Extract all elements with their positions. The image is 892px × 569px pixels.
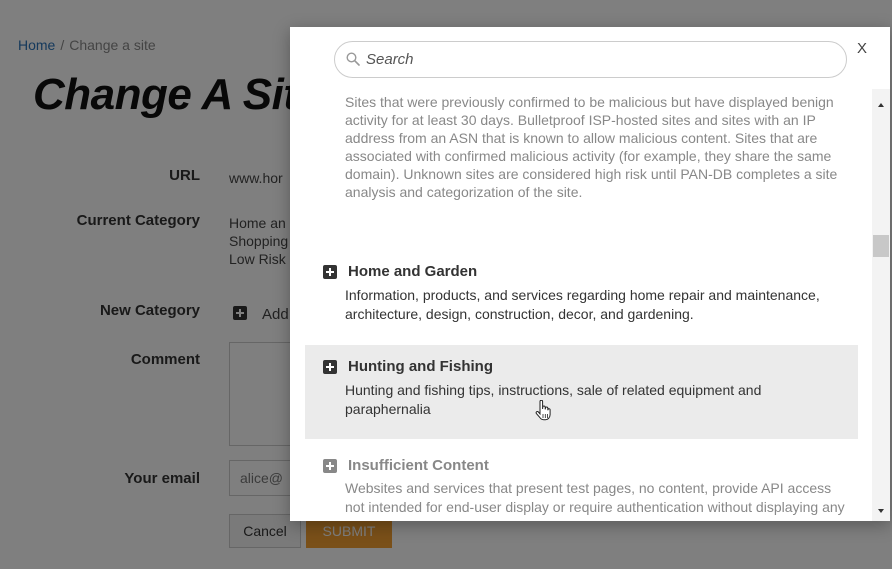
category-description: Websites and services that present test … — [345, 480, 845, 521]
scroll-thumb[interactable] — [873, 235, 889, 257]
category-item-home-and-garden[interactable]: Home and Garden Information, products, a… — [305, 253, 858, 337]
category-list[interactable]: Sites that were previously confirmed to … — [290, 89, 872, 521]
category-description: Hunting and fishing tips, instructions, … — [345, 382, 762, 417]
expand-plus-icon[interactable] — [323, 360, 337, 374]
category-item-insufficient-content[interactable]: Insufficient Content Websites and servic… — [305, 447, 858, 521]
expand-plus-icon[interactable] — [323, 265, 337, 279]
scroll-down-arrow-icon[interactable] — [878, 509, 884, 513]
hand-pointer-cursor-icon — [535, 400, 551, 421]
category-picker-modal: Search X Sites that were previously conf… — [290, 27, 890, 521]
previous-category-description: Sites that were previously confirmed to … — [345, 94, 838, 200]
search-input[interactable]: Search — [334, 41, 847, 78]
modal-scrollbar[interactable] — [872, 89, 890, 521]
scroll-up-arrow-icon[interactable] — [878, 103, 884, 107]
category-description: Information, products, and services rega… — [345, 287, 820, 322]
close-button[interactable]: X — [857, 40, 867, 57]
search-icon — [346, 52, 360, 66]
search-placeholder: Search — [366, 51, 414, 68]
category-item-hunting-and-fishing[interactable]: Hunting and Fishing Hunting and fishing … — [305, 345, 858, 439]
expand-plus-icon[interactable] — [323, 459, 337, 473]
